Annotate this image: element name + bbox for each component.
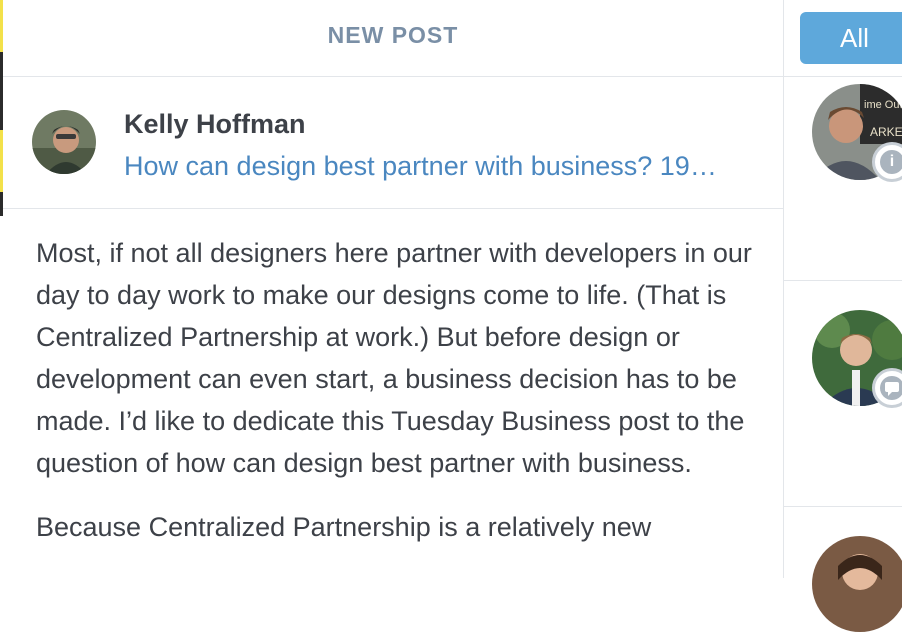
- post-header: NEW POST: [3, 0, 783, 77]
- filter-all-button[interactable]: All: [800, 12, 902, 64]
- author-name[interactable]: Kelly Hoffman: [124, 109, 306, 140]
- sidebar-user-avatar[interactable]: [812, 536, 902, 632]
- svg-text:ARKE: ARKE: [870, 125, 902, 139]
- post-panel: NEW POST Kelly Hoffman How can design be…: [3, 0, 784, 578]
- sidebar-divider: [784, 506, 902, 507]
- sidebar-divider: [784, 76, 902, 77]
- svg-text:ime Out: ime Out: [864, 99, 902, 111]
- author-avatar-image: [32, 110, 96, 174]
- info-icon: i: [880, 150, 902, 174]
- comment-icon: [880, 376, 902, 400]
- post-paragraph: Most, if not all designers here partner …: [36, 238, 752, 478]
- sidebar-divider: [784, 280, 902, 281]
- author-bar: Kelly Hoffman How can design best partne…: [3, 77, 783, 209]
- author-avatar[interactable]: [32, 110, 96, 174]
- post-body: Most, if not all designers here partner …: [36, 232, 756, 570]
- new-post-button[interactable]: NEW POST: [3, 22, 783, 49]
- user-avatar-image: [812, 536, 902, 632]
- post-paragraph: Because Centralized Partnership is a rel…: [36, 512, 652, 542]
- post-title-link[interactable]: How can design best partner with busines…: [124, 151, 764, 182]
- activity-sidebar: All ime Out ARKE i: [784, 0, 902, 632]
